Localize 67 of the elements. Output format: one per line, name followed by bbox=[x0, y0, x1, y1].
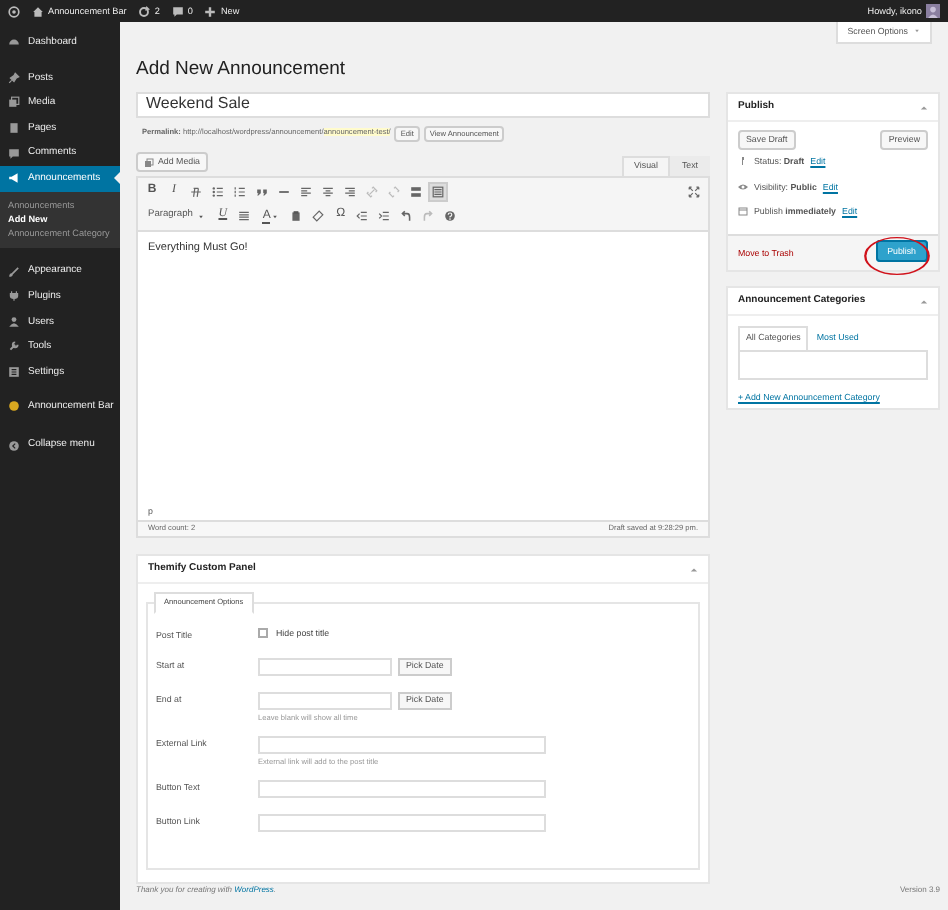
title-field[interactable]: Weekend Sale bbox=[136, 92, 710, 118]
logo-icon[interactable] bbox=[8, 5, 20, 17]
numbered-list-icon bbox=[234, 186, 246, 198]
strikethrough-icon bbox=[190, 186, 202, 198]
bullet-list-icon bbox=[212, 186, 224, 198]
plus-icon bbox=[204, 5, 217, 17]
toolbar-button[interactable] bbox=[230, 182, 250, 202]
redo-icon bbox=[422, 210, 435, 222]
plug-icon bbox=[8, 290, 20, 303]
justify-icon bbox=[238, 210, 251, 222]
calendar-icon bbox=[738, 206, 748, 217]
align-left-icon bbox=[300, 186, 312, 198]
speech-bubble-icon bbox=[8, 147, 20, 160]
help-icon bbox=[444, 210, 457, 222]
megaphone-icon bbox=[8, 172, 20, 185]
page-title: Add New Announcement bbox=[136, 58, 348, 82]
fullscreen-icon[interactable] bbox=[688, 186, 700, 198]
toolbar-button[interactable] bbox=[428, 182, 448, 202]
collapse-arrow-icon[interactable] bbox=[920, 103, 928, 111]
toolbar-button[interactable] bbox=[208, 182, 228, 202]
horizontal-line-icon bbox=[278, 186, 290, 198]
toolbar-button[interactable] bbox=[308, 206, 329, 226]
text-field[interactable] bbox=[258, 735, 546, 754]
coin-icon bbox=[8, 400, 20, 413]
refresh-icon[interactable] bbox=[138, 5, 151, 17]
toolbar-button[interactable] bbox=[296, 182, 316, 202]
collapse-arrow-icon[interactable] bbox=[690, 565, 698, 573]
text-field[interactable] bbox=[258, 813, 546, 832]
outdent-icon bbox=[356, 210, 369, 222]
toolbar-button[interactable] bbox=[234, 206, 255, 226]
toolbar-button[interactable] bbox=[186, 182, 206, 202]
unlink-icon bbox=[388, 186, 400, 198]
checkbox[interactable] bbox=[258, 628, 268, 639]
caret-icon bbox=[198, 213, 205, 219]
paste-text-icon bbox=[290, 210, 303, 222]
media-icon bbox=[144, 157, 154, 168]
read-more-icon bbox=[410, 186, 422, 198]
wrench-icon bbox=[8, 340, 20, 353]
circle-arrow-icon bbox=[8, 439, 20, 452]
pushpin-icon bbox=[8, 71, 20, 84]
align-center-icon bbox=[322, 186, 334, 198]
align-right-icon bbox=[344, 186, 356, 198]
page-icon bbox=[8, 122, 20, 135]
undo-icon bbox=[400, 210, 413, 222]
link-icon bbox=[366, 186, 378, 198]
text-field[interactable] bbox=[258, 779, 546, 798]
sliders-icon bbox=[8, 366, 20, 379]
home-icon bbox=[32, 5, 44, 17]
eye-icon bbox=[738, 181, 748, 192]
toolbar-button[interactable] bbox=[318, 182, 338, 202]
person-icon bbox=[8, 315, 20, 328]
toolbar-button[interactable] bbox=[374, 206, 395, 226]
speech-bubble-icon[interactable] bbox=[171, 5, 184, 17]
toolbar-button[interactable] bbox=[340, 182, 360, 202]
caret-icon bbox=[272, 213, 279, 219]
date-field[interactable] bbox=[258, 691, 392, 710]
brush-icon bbox=[8, 265, 20, 278]
eraser-icon bbox=[312, 210, 325, 222]
gauge-icon bbox=[8, 36, 20, 49]
toolbar-button[interactable] bbox=[406, 182, 426, 202]
date-field[interactable] bbox=[258, 657, 392, 676]
quote-icon bbox=[256, 186, 268, 198]
toolbar-button[interactable] bbox=[440, 206, 461, 226]
media-icon bbox=[8, 96, 20, 109]
toolbar-button[interactable] bbox=[352, 206, 373, 226]
indent-icon bbox=[378, 210, 391, 222]
toolbar-toggle-icon bbox=[432, 186, 444, 198]
